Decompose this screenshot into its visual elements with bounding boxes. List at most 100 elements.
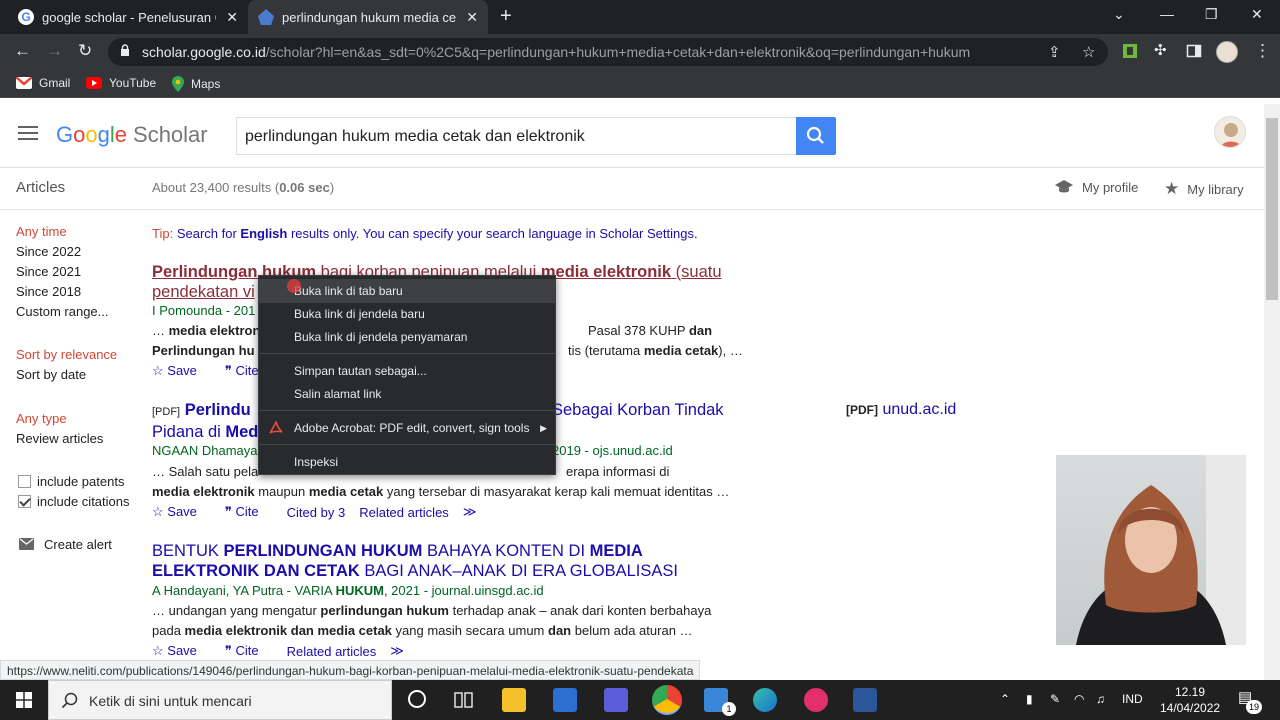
filter-since-2018[interactable]: Since 2018: [16, 284, 81, 299]
context-menu: Buka link di tab baru Buka link di jende…: [258, 275, 556, 475]
new-tab-icon[interactable]: +: [500, 5, 512, 28]
bookmark-maps[interactable]: Maps: [172, 76, 220, 92]
filter-review-articles[interactable]: Review articles: [16, 431, 103, 446]
include-citations-checkbox[interactable]: include citations: [18, 494, 130, 509]
menu-open-new-window[interactable]: Buka link di jendela baru: [294, 307, 425, 321]
lock-icon: [121, 44, 129, 56]
search-icon: [61, 692, 78, 709]
pen-icon[interactable]: ✎: [1050, 692, 1060, 706]
share-icon[interactable]: ⇪: [1048, 43, 1061, 61]
related-articles-link[interactable]: Related articles: [287, 644, 377, 659]
cited-by-link[interactable]: Cited by 3: [287, 505, 346, 520]
bookmark-youtube[interactable]: YouTube: [86, 76, 156, 90]
wifi-icon[interactable]: ◠: [1074, 692, 1084, 706]
clock[interactable]: 12.19 14/04/2022: [1160, 684, 1220, 716]
address-bar[interactable]: scholar.google.co.id/scholar?hl=en&as_sd…: [108, 38, 1108, 66]
edge-icon[interactable]: [753, 688, 777, 712]
search-english-link[interactable]: Search for English results only. You can…: [173, 226, 599, 241]
all-versions-icon[interactable]: ≫: [390, 643, 404, 659]
scholar-settings-link[interactable]: Scholar Settings: [599, 226, 694, 241]
task-view-icon[interactable]: [454, 691, 474, 709]
cite-button[interactable]: ❞ Cite: [225, 643, 273, 659]
graduation-cap-icon: [1055, 180, 1073, 193]
result-snippet-1: … media elektron Pasal 378 KUHP dan Perli…: [152, 323, 743, 358]
browser-tab-strip: G google scholar - Penelusuran Google ✕ …: [0, 0, 1280, 34]
result-actions-2: ☆ Save ❞ Cite Cited by 3 Related article…: [152, 504, 490, 520]
close-tab-icon[interactable]: ✕: [466, 9, 478, 26]
my-profile-link[interactable]: My profile: [1054, 179, 1138, 195]
language-indicator[interactable]: IND: [1122, 692, 1143, 706]
my-library-link[interactable]: ★ My library: [1164, 179, 1244, 199]
menu-inspect[interactable]: Inspeksi: [294, 455, 338, 469]
file-explorer-icon[interactable]: [502, 688, 526, 712]
include-patents-checkbox[interactable]: include patents: [18, 474, 124, 489]
my-profile-label: My profile: [1082, 179, 1139, 195]
tray-chevron-icon[interactable]: ⌃: [1000, 692, 1010, 706]
save-button[interactable]: ☆ Save: [152, 504, 211, 520]
chrome-icon[interactable]: [652, 685, 682, 715]
menu-adobe-acrobat[interactable]: Adobe Acrobat: PDF edit, convert, sign t…: [294, 421, 529, 435]
sort-by-date[interactable]: Sort by date: [16, 367, 86, 382]
menu-separator: [259, 353, 555, 354]
account-avatar[interactable]: [1214, 116, 1246, 148]
google-scholar-logo[interactable]: Google Scholar: [56, 122, 208, 148]
sort-by-relevance[interactable]: Sort by relevance: [16, 347, 117, 362]
reload-icon[interactable]: ↻: [78, 41, 92, 61]
notification-badge: 19: [1246, 700, 1262, 714]
microsoft-store-icon[interactable]: [553, 688, 577, 712]
cite-button[interactable]: ❞ Cite: [225, 504, 273, 520]
results-subheader: Articles About 23,400 results (0.06 sec)…: [0, 168, 1264, 210]
result-actions-3: ☆ Save ❞ Cite Related articles ≫: [152, 643, 418, 659]
windows-start-icon[interactable]: [16, 692, 32, 708]
bookmark-star-icon[interactable]: ☆: [1082, 43, 1095, 61]
cortana-icon[interactable]: [408, 690, 426, 708]
extension-green-icon[interactable]: [1122, 43, 1138, 59]
app-blue-icon[interactable]: [604, 688, 628, 712]
scrollbar-thumb[interactable]: [1266, 118, 1278, 300]
close-tab-icon[interactable]: ✕: [226, 9, 238, 26]
extensions-puzzle-icon[interactable]: ✣: [1154, 41, 1167, 59]
menu-open-new-tab[interactable]: Buka link di tab baru: [259, 279, 555, 303]
bookmark-label: YouTube: [109, 76, 157, 90]
save-button[interactable]: ☆ Save: [152, 363, 211, 379]
tab-search-chevron-icon[interactable]: ⌄: [1113, 6, 1125, 23]
bookmark-gmail[interactable]: Gmail: [16, 76, 70, 90]
side-pdf-link[interactable]: [PDF] unud.ac.id: [846, 401, 956, 419]
side-panel-icon[interactable]: [1186, 43, 1202, 59]
my-library-label: My library: [1187, 181, 1244, 197]
result-meta-3: A Handayani, YA Putra - VARIA HUKUM, 202…: [152, 583, 544, 598]
profile-avatar[interactable]: [1216, 41, 1238, 63]
menu-kebab-icon[interactable]: ⋮: [1254, 41, 1271, 61]
taskbar-search-input[interactable]: Ketik di sini untuk mencari: [48, 680, 392, 720]
create-alert-link[interactable]: Create alert: [19, 537, 112, 552]
checkbox-checked-icon: [18, 495, 31, 508]
save-button[interactable]: ☆ Save: [152, 643, 211, 659]
search-button[interactable]: [796, 117, 836, 155]
filter-since-2022[interactable]: Since 2022: [16, 244, 81, 259]
result-title-3[interactable]: BENTUK PERLINDUNGAN HUKUM BAHAYA KONTEN …: [152, 541, 752, 581]
hamburger-menu-icon[interactable]: [18, 126, 38, 140]
minimize-icon[interactable]: —: [1160, 6, 1174, 22]
forward-icon[interactable]: →: [46, 41, 63, 61]
volume-icon[interactable]: ♫: [1096, 692, 1105, 706]
taskbar-search-placeholder: Ketik di sini untuk mencari: [89, 693, 252, 709]
battery-icon[interactable]: ▮: [1026, 692, 1033, 706]
restore-icon[interactable]: ❐: [1205, 6, 1218, 23]
search-input[interactable]: perlindungan hukum media cetak dan elekt…: [236, 117, 796, 155]
tab-scholar[interactable]: perlindungan hukum media cetak ✕: [248, 0, 488, 34]
menu-open-incognito[interactable]: Buka link di jendela penyamaran: [294, 330, 467, 344]
filter-custom-range[interactable]: Custom range...: [16, 304, 109, 319]
all-versions-icon[interactable]: ≫: [463, 504, 477, 520]
filter-any-type[interactable]: Any type: [16, 411, 67, 426]
menu-copy-link[interactable]: Salin alamat link: [294, 387, 381, 401]
filter-any-time[interactable]: Any time: [16, 224, 67, 239]
word-icon[interactable]: [853, 688, 877, 712]
menu-save-link-as[interactable]: Simpan tautan sebagai...: [294, 364, 427, 378]
star-icon: ★: [1164, 179, 1180, 198]
recorder-icon[interactable]: [804, 688, 828, 712]
related-articles-link[interactable]: Related articles: [359, 505, 449, 520]
back-icon[interactable]: ←: [14, 41, 31, 61]
tab-google-search[interactable]: G google scholar - Penelusuran Google ✕: [8, 0, 248, 34]
close-window-icon[interactable]: ✕: [1251, 6, 1263, 23]
filter-since-2021[interactable]: Since 2021: [16, 264, 81, 279]
